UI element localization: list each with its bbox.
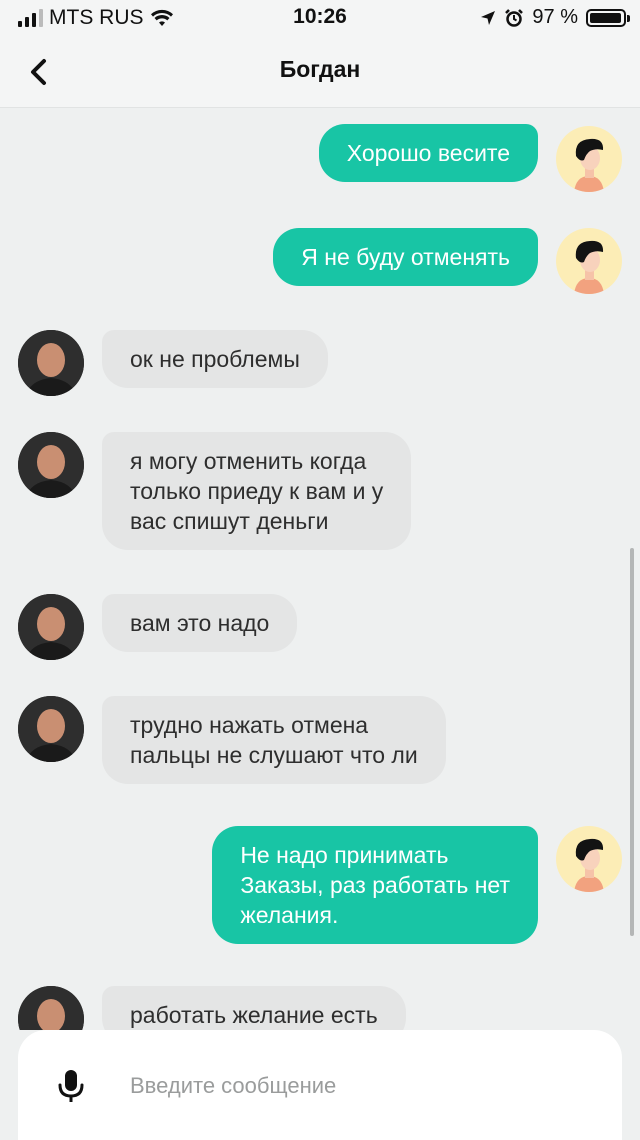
user-avatar	[556, 228, 622, 294]
user-avatar	[556, 126, 622, 192]
contact-avatar	[18, 594, 84, 660]
chat-header: Богдан	[0, 36, 640, 108]
message-outgoing: Я не буду отменять	[0, 228, 640, 296]
user-avatar	[556, 826, 622, 892]
contact-photo	[18, 986, 84, 1030]
scrollbar[interactable]	[630, 548, 634, 936]
message-bubble[interactable]: трудно нажать отмена пальцы не слушают ч…	[102, 696, 446, 784]
message-outgoing: Хорошо весите	[0, 124, 640, 192]
message-bubble[interactable]: Не надо принимать Заказы, раз работать н…	[212, 826, 538, 944]
message-incoming: вам это надо	[0, 594, 640, 662]
status-right: 97 %	[480, 6, 630, 29]
message-composer	[18, 1030, 622, 1140]
contact-name-title: Богдан	[279, 56, 361, 82]
message-incoming: ок не проблемы	[0, 330, 640, 398]
status-bar: MTS RUS 10:26 97 %	[0, 0, 640, 36]
message-bubble[interactable]: Я не буду отменять	[273, 228, 538, 286]
contact-avatar	[18, 986, 84, 1030]
location-arrow-icon	[481, 10, 496, 25]
message-list[interactable]: Хорошо весите Я не буду отменять ок не п…	[0, 108, 640, 1030]
message-incoming: работать желание есть	[0, 986, 640, 1030]
message-input[interactable]	[130, 1064, 590, 1108]
alarm-icon	[505, 8, 524, 27]
message-incoming: я могу отменить когда только приеду к ва…	[0, 432, 640, 558]
battery-percent: 97 %	[532, 6, 578, 28]
message-incoming: трудно нажать отмена пальцы не слушают ч…	[0, 696, 640, 792]
message-bubble[interactable]: Хорошо весите	[318, 124, 538, 182]
message-bubble[interactable]: вам это надо	[102, 594, 298, 652]
message-bubble[interactable]: работать желание есть	[102, 986, 406, 1030]
message-bubble[interactable]: я могу отменить когда только приеду к ва…	[102, 432, 412, 550]
contact-photo	[18, 330, 84, 396]
battery-icon	[586, 8, 630, 27]
contact-photo	[18, 594, 84, 660]
battery-fill	[590, 12, 622, 23]
contact-photo	[18, 432, 84, 498]
contact-avatar	[18, 696, 84, 762]
contact-avatar	[18, 330, 84, 396]
microphone-icon[interactable]	[56, 1068, 86, 1104]
contact-photo	[18, 696, 84, 762]
message-bubble[interactable]: ок не проблемы	[102, 330, 328, 388]
user-avatar-icon	[574, 138, 604, 192]
user-avatar-icon	[574, 838, 604, 892]
message-outgoing: Не надо принимать Заказы, раз работать н…	[0, 826, 640, 952]
contact-avatar	[18, 432, 84, 498]
user-avatar-icon	[574, 240, 604, 294]
